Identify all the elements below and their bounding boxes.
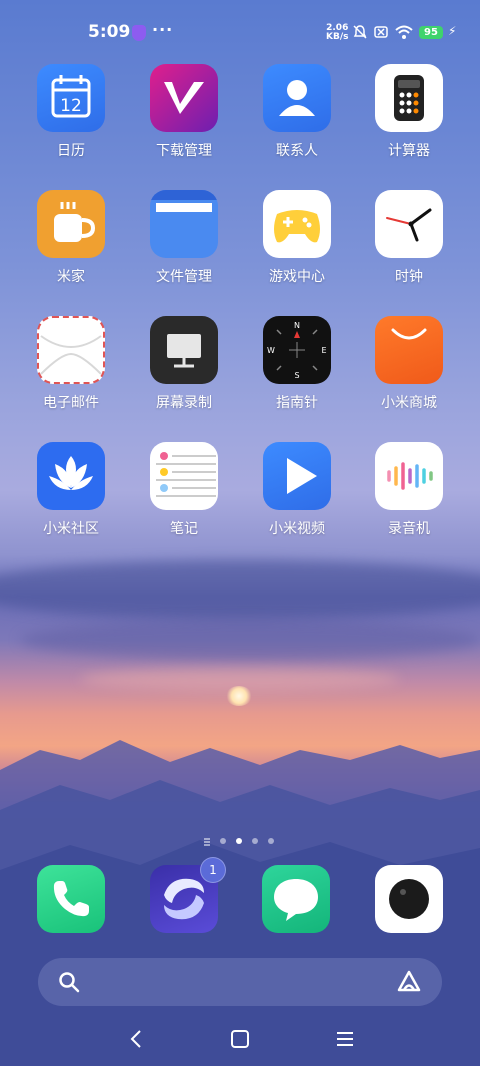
dock-phone[interactable] — [37, 865, 105, 933]
play-icon — [263, 442, 331, 510]
app-label: 游戏中心 — [269, 269, 325, 285]
search-bar[interactable] — [38, 958, 442, 1006]
app-file-manager[interactable]: 文件管理 — [129, 190, 239, 286]
mute-bell-icon — [353, 25, 367, 39]
calendar-day: 12 — [60, 96, 82, 116]
app-email[interactable]: 电子邮件 — [16, 316, 126, 412]
folder-icon — [150, 190, 218, 258]
app-label: 屏幕录制 — [156, 395, 212, 411]
app-label: 小米商城 — [381, 395, 437, 411]
page-dot — [220, 838, 226, 844]
app-mi-store[interactable]: 小米商城 — [354, 316, 464, 412]
shield-notification-icon — [132, 25, 146, 41]
navigation-bar — [0, 1014, 480, 1066]
search-icon — [59, 972, 80, 993]
app-label: 电子邮件 — [43, 395, 99, 411]
app-label: 联系人 — [276, 143, 318, 159]
page-indicator[interactable] — [200, 834, 290, 848]
app-label: 录音机 — [388, 521, 430, 537]
home-icon[interactable] — [229, 1028, 251, 1050]
app-label: 米家 — [57, 269, 85, 285]
wifi-icon — [395, 25, 413, 39]
app-label: 指南针 — [276, 395, 318, 411]
notification-badge: 1 — [200, 857, 226, 883]
svg-text:E: E — [321, 346, 326, 355]
recents-menu-icon[interactable] — [334, 1028, 356, 1050]
charging-icon: ⚡ — [448, 24, 457, 38]
app-label: 笔记 — [170, 521, 198, 537]
mijia-cup-icon — [37, 190, 105, 258]
svg-text:W: W — [267, 346, 275, 355]
message-icon — [274, 879, 318, 921]
app-label: 文件管理 — [156, 269, 212, 285]
svg-text:N: N — [294, 321, 300, 330]
calendar-icon: 12 — [37, 64, 105, 132]
app-download-manager[interactable]: 下载管理 — [129, 64, 239, 160]
app-screen-recorder[interactable]: 屏幕录制 — [129, 316, 239, 412]
recorder-icon — [375, 442, 443, 510]
app-clock[interactable]: 时钟 — [354, 190, 464, 286]
dock-messages[interactable] — [262, 865, 330, 933]
notes-icon — [150, 442, 218, 510]
compass-icon: N S E W — [263, 316, 331, 384]
phone-icon — [53, 881, 89, 917]
page-indicator-menu-icon — [204, 838, 210, 840]
download-icon — [150, 64, 218, 132]
app-mi-video[interactable]: 小米视频 — [242, 442, 352, 538]
monitor-icon — [150, 316, 218, 384]
back-icon[interactable] — [126, 1028, 146, 1050]
camera-icon — [389, 879, 429, 919]
envelope-icon — [37, 316, 105, 384]
dock-camera[interactable] — [375, 865, 443, 933]
dock-browser[interactable]: 1 — [150, 857, 226, 933]
svg-text:S: S — [294, 371, 299, 380]
network-speed-unit: KB/s — [326, 32, 349, 42]
app-contacts[interactable]: 联系人 — [242, 64, 352, 160]
no-sim-icon — [374, 26, 388, 38]
more-notifications-icon: ··· — [152, 20, 174, 39]
page-dot — [252, 838, 258, 844]
calculator-icon — [375, 64, 443, 132]
app-label: 时钟 — [395, 269, 423, 285]
page-dot — [268, 838, 274, 844]
app-game-center[interactable]: 游戏中心 — [242, 190, 352, 286]
contacts-icon — [263, 64, 331, 132]
app-recorder[interactable]: 录音机 — [354, 442, 464, 538]
app-label: 下载管理 — [156, 143, 212, 159]
assistant-icon[interactable] — [396, 969, 422, 995]
lotus-icon — [37, 442, 105, 510]
app-calendar[interactable]: 12 日历 — [16, 64, 126, 160]
clock-icon — [375, 190, 443, 258]
network-speed: 2.06 KB/s — [326, 24, 348, 42]
app-label: 小米视频 — [269, 521, 325, 537]
app-label: 小米社区 — [43, 521, 99, 537]
page-dot-active — [236, 838, 242, 844]
app-label: 日历 — [57, 143, 85, 159]
app-calculator[interactable]: 计算器 — [354, 64, 464, 160]
status-time: 5:09 — [88, 22, 131, 42]
app-label: 计算器 — [388, 143, 430, 159]
app-mijia[interactable]: 米家 — [16, 190, 126, 286]
status-bar: 5:09 ··· 2.06 KB/s 95 ⚡ — [0, 0, 480, 64]
app-mi-community[interactable]: 小米社区 — [16, 442, 126, 538]
app-notes[interactable]: 笔记 — [129, 442, 239, 538]
sun — [226, 686, 252, 706]
gamepad-icon — [263, 190, 331, 258]
battery-icon: 95 — [419, 26, 443, 39]
shopping-bag-icon — [375, 316, 443, 384]
app-compass[interactable]: N S E W 指南针 — [242, 316, 352, 412]
